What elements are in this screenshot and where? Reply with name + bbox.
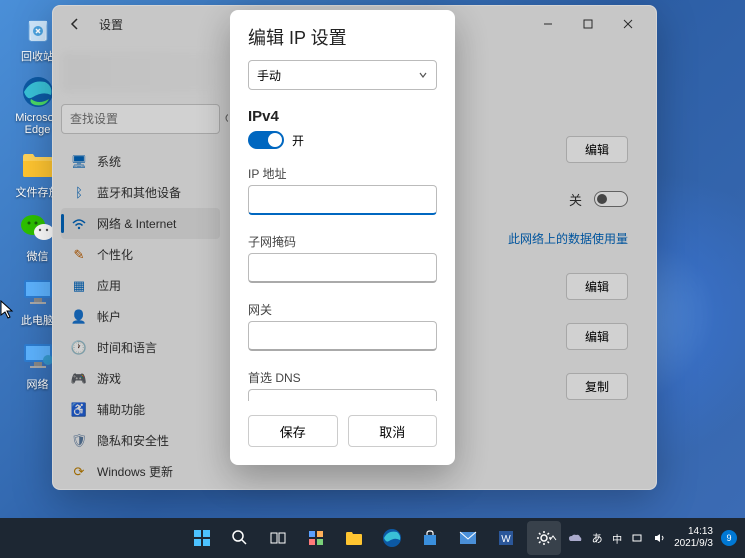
ime-indicator[interactable]: 中 <box>612 531 622 546</box>
wechat-icon <box>20 210 56 246</box>
edit-ip-dialog: 编辑 IP 设置 手动 IPv4 开 IP 地址 子网掩码 网关 首选 DNS … <box>230 10 455 465</box>
network-tray-icon[interactable] <box>630 531 644 545</box>
gateway-input[interactable] <box>248 321 437 351</box>
chevron-down-icon <box>418 70 428 80</box>
ipv4-heading: IPv4 <box>248 108 437 125</box>
ipv4-toggle[interactable] <box>248 131 284 149</box>
explorer-icon[interactable] <box>337 521 371 555</box>
desktop-icon-label: 微信 <box>27 248 49 264</box>
cancel-button[interactable]: 取消 <box>348 415 438 447</box>
subnet-mask-label: 子网掩码 <box>248 233 437 250</box>
monitor-icon <box>20 274 56 310</box>
ip-mode-select[interactable]: 手动 <box>248 60 437 90</box>
widgets-icon[interactable] <box>299 521 333 555</box>
search-taskbar-icon[interactable] <box>223 521 257 555</box>
dialog-body: 手动 IPv4 开 IP 地址 子网掩码 网关 首选 DNS <box>230 60 455 401</box>
mail-icon[interactable] <box>451 521 485 555</box>
task-view-icon[interactable] <box>261 521 295 555</box>
onedrive-icon[interactable] <box>568 531 582 545</box>
dialog-footer: 保存 取消 <box>230 401 455 465</box>
edge-taskbar-icon[interactable] <box>375 521 409 555</box>
word-icon[interactable]: W <box>489 521 523 555</box>
desktop-icon-label: 回收站 <box>21 48 54 64</box>
subnet-mask-input[interactable] <box>248 253 437 283</box>
save-button[interactable]: 保存 <box>248 415 338 447</box>
taskbar-tray: あ 中 14:13 2021/9/3 9 <box>546 526 737 550</box>
preferred-dns-input[interactable] <box>248 389 437 401</box>
desktop-icon-label: 网络 <box>27 376 49 392</box>
notification-badge[interactable]: 9 <box>721 530 737 546</box>
toggle-label-on: 开 <box>292 132 304 149</box>
chevron-up-icon[interactable] <box>546 531 560 545</box>
taskbar: W あ 中 14:13 2021/9/3 9 <box>0 518 745 558</box>
preferred-dns-label: 首选 DNS <box>248 369 437 386</box>
taskbar-center: W <box>185 521 561 555</box>
store-icon[interactable] <box>413 521 447 555</box>
recycle-bin-icon <box>20 10 56 46</box>
ip-address-label: IP 地址 <box>248 165 437 182</box>
ip-address-input[interactable] <box>248 185 437 215</box>
desktop-icon-label: 此电脑 <box>21 312 54 328</box>
volume-icon[interactable] <box>652 531 666 545</box>
tray-extra[interactable]: あ <box>590 531 604 545</box>
dialog-title: 编辑 IP 设置 <box>230 10 455 60</box>
clock-date: 2021/9/3 <box>674 538 713 550</box>
taskbar-clock[interactable]: 14:13 2021/9/3 <box>674 526 713 550</box>
edge-icon <box>20 74 56 110</box>
gateway-label: 网关 <box>248 301 437 318</box>
clock-time: 14:13 <box>674 526 713 538</box>
start-button[interactable] <box>185 521 219 555</box>
network-monitor-icon <box>20 338 56 374</box>
folder-icon <box>20 146 56 182</box>
svg-text:W: W <box>501 534 511 545</box>
select-value: 手动 <box>257 67 281 84</box>
